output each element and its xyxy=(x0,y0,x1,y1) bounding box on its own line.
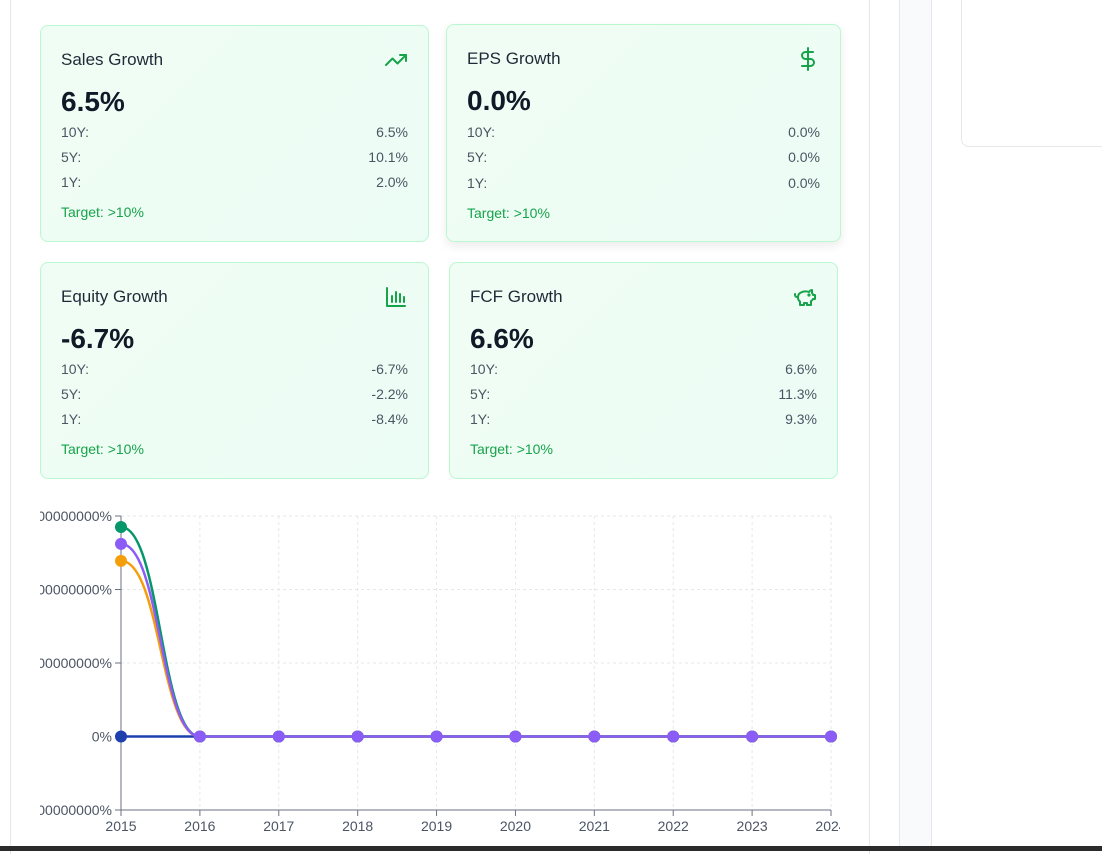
row-value: 9.3% xyxy=(785,411,817,427)
row-label: 5Y: xyxy=(61,386,82,402)
series-line xyxy=(120,542,831,738)
chart-svg: 00000000%00000000%00000000%0%00000000%20… xyxy=(40,508,840,834)
data-point xyxy=(509,730,522,743)
row-label: 1Y: xyxy=(470,411,491,427)
side-card xyxy=(961,0,1102,147)
target-label: Target: >10% xyxy=(467,205,550,221)
x-tick-label: 2019 xyxy=(421,818,452,834)
data-point xyxy=(746,730,759,743)
row-label: 5Y: xyxy=(470,386,491,402)
y-tick-label: 00000000% xyxy=(40,508,112,524)
row-label: 10Y: xyxy=(467,124,496,140)
row-value: -2.2% xyxy=(371,386,408,402)
card-title: EPS Growth xyxy=(467,49,561,68)
x-tick-label: 2017 xyxy=(263,818,294,834)
card-value: 6.5% xyxy=(61,86,125,117)
x-tick-label: 2024 xyxy=(815,818,840,834)
metric-row: 1Y: 0.0% xyxy=(467,175,820,191)
fcf-growth-card: FCF Growth 6.6% 10Y: 6.6% 5Y: 11.3% 1Y: 9.3… xyxy=(449,262,838,479)
data-point xyxy=(351,730,364,743)
series-line xyxy=(120,525,831,738)
x-tick-label: 2018 xyxy=(342,818,373,834)
data-point xyxy=(115,554,127,567)
data-point xyxy=(588,730,601,743)
bottom-bar xyxy=(0,846,1102,851)
row-value: -8.4% xyxy=(371,411,408,427)
sidebar-gutter xyxy=(899,0,932,851)
target-label: Target: >10% xyxy=(61,441,144,457)
eps-growth-card: EPS Growth 0.0% 10Y: 0.0% 5Y: 0.0% 1Y: 0.0%… xyxy=(446,24,841,242)
card-title: Equity Growth xyxy=(61,287,168,306)
card-value: 6.6% xyxy=(470,323,534,354)
data-point xyxy=(115,537,127,550)
row-label: 1Y: xyxy=(61,174,82,190)
x-tick-label: 2015 xyxy=(105,818,136,834)
card-value: -6.7% xyxy=(61,323,135,354)
piggy-bank-icon xyxy=(793,285,817,309)
data-point xyxy=(115,730,127,743)
data-point xyxy=(193,730,206,743)
bar-chart-icon xyxy=(384,285,408,309)
x-tick-label: 2023 xyxy=(737,818,768,834)
y-tick-label: 00000000% xyxy=(40,802,112,818)
row-value: 2.0% xyxy=(376,174,408,190)
metric-row: 5Y: -2.2% xyxy=(61,386,408,402)
row-label: 5Y: xyxy=(467,149,488,165)
target-label: Target: >10% xyxy=(61,204,144,220)
card-title: Sales Growth xyxy=(61,50,164,69)
series-line xyxy=(120,559,831,738)
y-tick-label: 00000000% xyxy=(40,582,112,598)
metric-row: 5Y: 11.3% xyxy=(470,386,817,402)
row-value: 0.0% xyxy=(788,124,820,140)
row-value: -6.7% xyxy=(371,361,408,377)
x-tick-label: 2022 xyxy=(658,818,689,834)
row-label: 10Y: xyxy=(470,361,499,377)
data-point xyxy=(272,730,285,743)
row-label: 5Y: xyxy=(61,149,82,165)
trending-up-icon xyxy=(384,48,408,72)
data-point xyxy=(825,730,837,743)
x-tick-label: 2016 xyxy=(184,818,215,834)
data-point xyxy=(430,730,443,743)
x-tick-label: 2020 xyxy=(500,818,531,834)
data-point xyxy=(115,521,127,534)
metric-row: 1Y: -8.4% xyxy=(61,411,408,427)
equity-growth-card: Equity Growth -6.7% 10Y: -6.7% 5Y: -2.2% 1… xyxy=(40,262,429,479)
metric-row: 5Y: 0.0% xyxy=(467,149,820,165)
growth-line-chart: 00000000% 00000000% 00000000% 0% 00000000% 20… xyxy=(40,505,840,841)
row-value: 0.0% xyxy=(788,149,820,165)
row-label: 1Y: xyxy=(61,411,82,427)
row-label: 1Y: xyxy=(467,175,488,191)
metric-row: 10Y: 6.6% xyxy=(470,361,817,377)
dollar-sign-icon xyxy=(796,47,820,71)
row-label: 10Y: xyxy=(61,361,90,377)
card-value: 0.0% xyxy=(467,85,531,116)
row-value: 6.5% xyxy=(376,124,408,140)
row-value: 6.6% xyxy=(785,361,817,377)
target-label: Target: >10% xyxy=(470,441,553,457)
data-point xyxy=(667,730,680,743)
metric-row: 10Y: -6.7% xyxy=(61,361,408,377)
metric-row: 10Y: 0.0% xyxy=(467,124,820,140)
row-value: 11.3% xyxy=(778,386,817,402)
y-tick-label: 0% xyxy=(92,729,112,745)
x-tick-label: 2021 xyxy=(579,818,610,834)
row-value: 0.0% xyxy=(788,175,820,191)
metric-row: 1Y: 2.0% xyxy=(61,174,408,190)
row-value: 10.1% xyxy=(368,149,408,165)
metric-row: 5Y: 10.1% xyxy=(61,149,408,165)
card-title: FCF Growth xyxy=(470,287,563,306)
sales-growth-card: Sales Growth 6.5% 10Y: 6.5% 5Y: 10.1% 1Y: 2… xyxy=(40,25,429,242)
y-tick-label: 00000000% xyxy=(40,655,112,671)
metric-row: 10Y: 6.5% xyxy=(61,124,408,140)
metric-row: 1Y: 9.3% xyxy=(470,411,817,427)
row-label: 10Y: xyxy=(61,124,90,140)
